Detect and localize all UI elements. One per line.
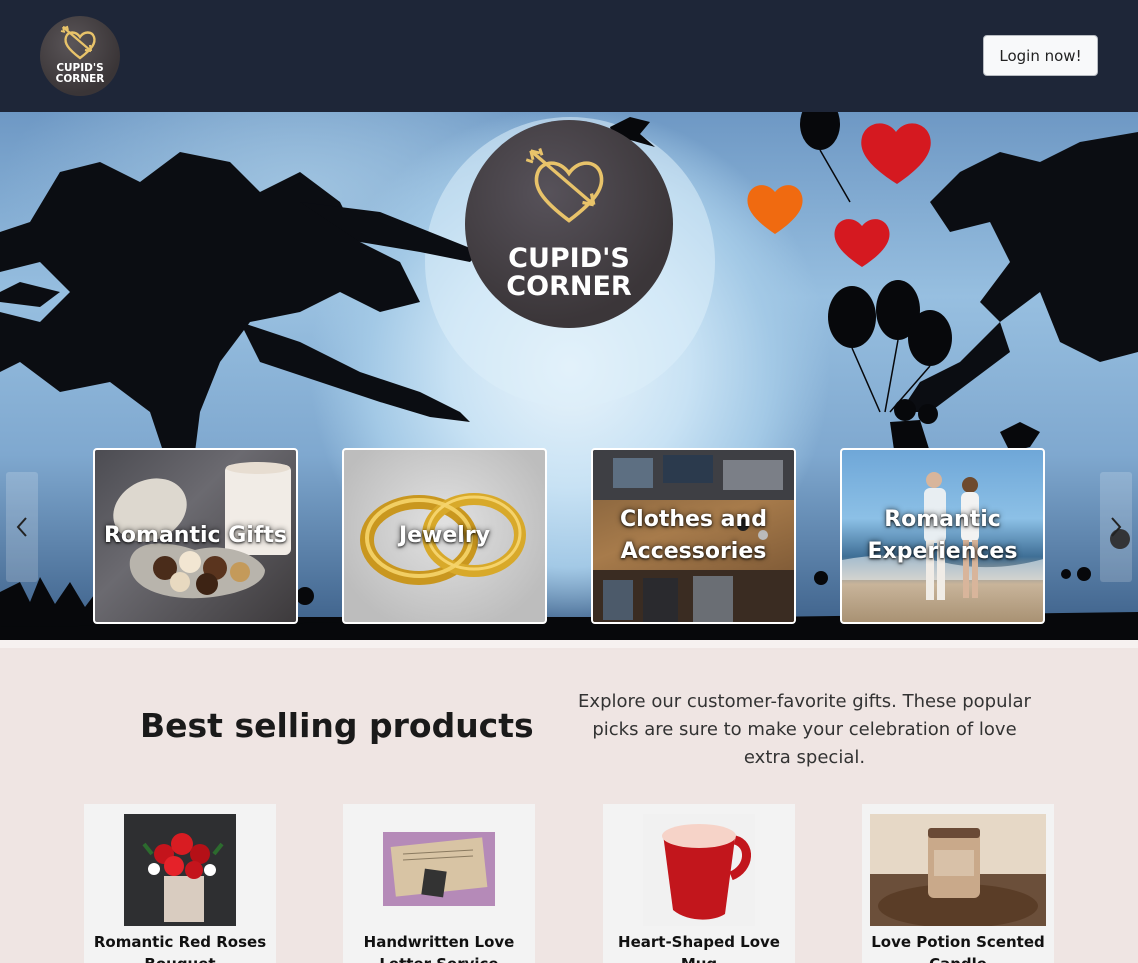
carousel-next-button[interactable]: [1100, 472, 1132, 582]
best-sellers-title: Best selling products: [140, 706, 534, 745]
category-label: Clothes and Accessories: [620, 507, 767, 564]
category-label: Romantic Gifts: [103, 523, 288, 548]
category-label: Jewelry: [398, 523, 491, 548]
heart-decoration: [861, 123, 931, 184]
product-image-love-letter: [383, 832, 495, 906]
product-card[interactable]: Heart-Shaped Love Mug: [603, 804, 795, 963]
product-name: Heart-Shaped Love Mug: [618, 933, 780, 963]
brand-logo[interactable]: CUPID'S CORNER: [40, 16, 120, 96]
heart-arrow-icon: [60, 25, 96, 60]
hero-logo-text-line2: CORNER: [506, 271, 632, 302]
product-image-candle: [870, 814, 1046, 926]
section-divider: [0, 640, 1138, 648]
category-card-romantic-experiences[interactable]: Romantic Experiences: [840, 448, 1045, 624]
heart-arrow-icon: [525, 148, 604, 223]
product-image-roses: [124, 814, 236, 926]
product-name: Romantic Red Roses Bouquet: [93, 933, 267, 963]
product-name: Love Potion Scented Candle: [871, 933, 1045, 963]
product-card[interactable]: Handwritten Love Letter Service: [343, 804, 535, 963]
chevron-left-icon: [16, 517, 27, 537]
navbar: CUPID'S CORNER Login now!: [0, 0, 1138, 112]
chevron-right-icon: [1111, 517, 1122, 537]
best-sellers-description: Explore our customer-favorite gifts. The…: [578, 691, 1031, 768]
category-card-jewelry[interactable]: Jewelry: [342, 448, 547, 624]
category-label: Romantic Experiences: [867, 507, 1018, 564]
login-button[interactable]: Login now!: [983, 35, 1098, 76]
logo-text-line2: CORNER: [55, 73, 105, 85]
hero-banner: CUPID'S CORNER Romantic Gifts Jewelry Cl…: [0, 112, 1138, 640]
hero-brand-logo: CUPID'S CORNER: [465, 120, 673, 328]
product-card[interactable]: Love Potion Scented Candle: [862, 804, 1054, 963]
category-card-clothes-and-accessories[interactable]: Clothes and Accessories: [591, 448, 796, 624]
product-card[interactable]: Romantic Red Roses Bouquet: [84, 804, 276, 963]
product-image-heart-mug: [643, 814, 755, 926]
carousel-prev-button[interactable]: [6, 472, 38, 582]
category-card-romantic-gifts[interactable]: Romantic Gifts: [93, 448, 298, 624]
product-name: Handwritten Love Letter Service: [363, 933, 515, 963]
hero-logo-text-line1: CUPID'S: [508, 243, 630, 274]
